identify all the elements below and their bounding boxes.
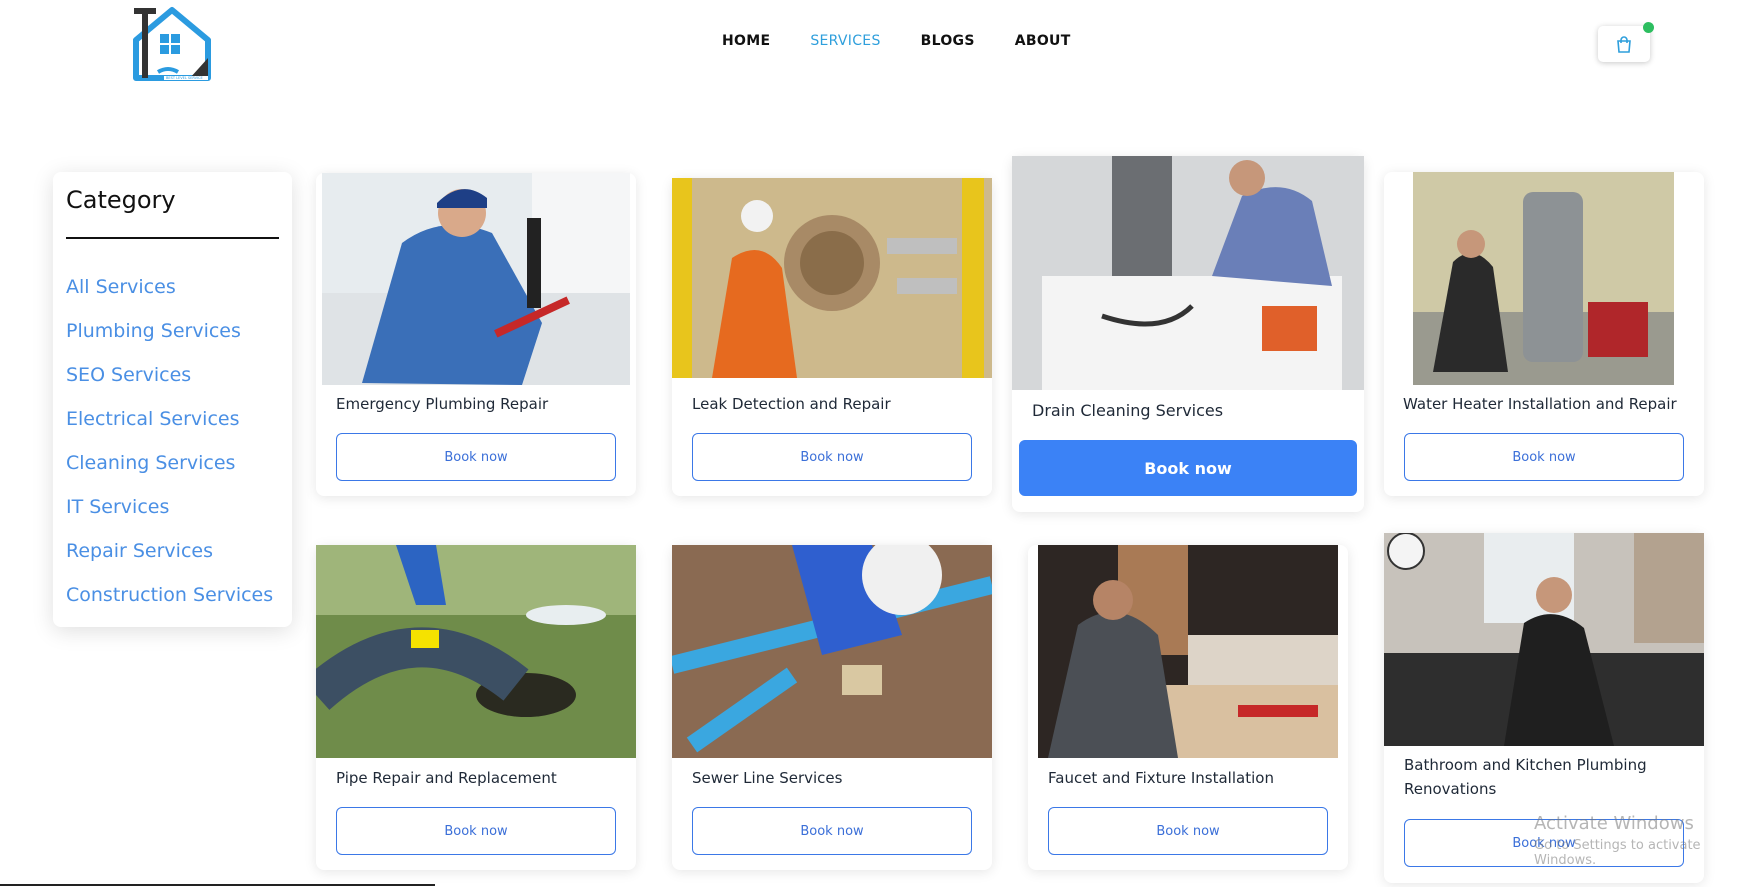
cart-notification-badge [1643, 22, 1654, 33]
category-item-cleaning[interactable]: Cleaning Services [66, 451, 273, 495]
category-item-plumbing[interactable]: Plumbing Services [66, 319, 273, 363]
book-now-button[interactable]: Book now [1404, 433, 1684, 481]
service-image [1413, 172, 1674, 385]
service-card[interactable]: Bathroom and Kitchen Plumbing Renovation… [1384, 533, 1704, 883]
service-card[interactable]: Faucet and Fixture Installation Book now [1028, 545, 1348, 870]
book-now-button[interactable]: Book now [1019, 440, 1357, 496]
service-card[interactable]: Pipe Repair and Replacement Book now [316, 545, 636, 870]
book-now-button[interactable]: Book now [692, 807, 972, 855]
service-title: Water Heater Installation and Repair [1403, 395, 1677, 413]
category-sidebar: Category All Services Plumbing Services … [53, 172, 292, 627]
category-item-all[interactable]: All Services [66, 275, 273, 319]
service-title: Leak Detection and Repair [692, 395, 891, 413]
book-now-button[interactable]: Book now [336, 433, 616, 481]
service-image [316, 545, 636, 758]
category-item-it[interactable]: IT Services [66, 495, 273, 539]
book-now-button[interactable]: Book now [692, 433, 972, 481]
service-image [1012, 156, 1364, 390]
service-image [672, 178, 992, 378]
service-image [1038, 545, 1338, 758]
book-now-button[interactable]: Book now [1048, 807, 1328, 855]
service-title: Pipe Repair and Replacement [336, 769, 557, 787]
nav-blogs[interactable]: BLOGS [921, 33, 975, 49]
nav-about[interactable]: ABOUT [1015, 33, 1071, 49]
shopping-bag-icon [1617, 35, 1631, 53]
service-title: Drain Cleaning Services [1032, 401, 1224, 420]
main-nav: HOME SERVICES BLOGS ABOUT [722, 33, 1071, 49]
service-card[interactable]: Sewer Line Services Book now [672, 545, 992, 870]
category-list: All Services Plumbing Services SEO Servi… [66, 275, 273, 627]
house-tools-logo-icon: BEST LEVEL SERVICE [133, 7, 211, 81]
service-image [1384, 533, 1704, 746]
bottom-divider [0, 884, 435, 886]
category-item-repair[interactable]: Repair Services [66, 539, 273, 583]
service-title: Emergency Plumbing Repair [336, 395, 549, 413]
service-title: Faucet and Fixture Installation [1048, 769, 1274, 787]
nav-home[interactable]: HOME [722, 33, 770, 49]
service-title: Bathroom and Kitchen Plumbing Renovation… [1404, 756, 1647, 798]
cart-button[interactable] [1598, 26, 1650, 62]
book-now-button[interactable]: Book now [1404, 819, 1684, 867]
category-item-electrical[interactable]: Electrical Services [66, 407, 273, 451]
book-now-button[interactable]: Book now [336, 807, 616, 855]
logo-wordmark: BEST LEVEL SERVICE [166, 76, 203, 80]
category-title: Category [66, 186, 176, 214]
service-card-highlighted[interactable]: Drain Cleaning Services Book now [1012, 156, 1364, 512]
service-title: Sewer Line Services [692, 769, 843, 787]
category-divider [66, 237, 279, 239]
nav-services[interactable]: SERVICES [810, 33, 880, 49]
service-card[interactable]: Water Heater Installation and Repair Boo… [1384, 172, 1704, 496]
service-card[interactable]: Emergency Plumbing Repair Book now [316, 173, 636, 496]
brand-logo[interactable]: BEST LEVEL SERVICE [130, 2, 214, 84]
category-item-seo[interactable]: SEO Services [66, 363, 273, 407]
category-item-construction[interactable]: Construction Services [66, 583, 273, 627]
service-image [322, 173, 630, 385]
service-card[interactable]: Leak Detection and Repair Book now [672, 178, 992, 496]
service-image [672, 545, 992, 758]
